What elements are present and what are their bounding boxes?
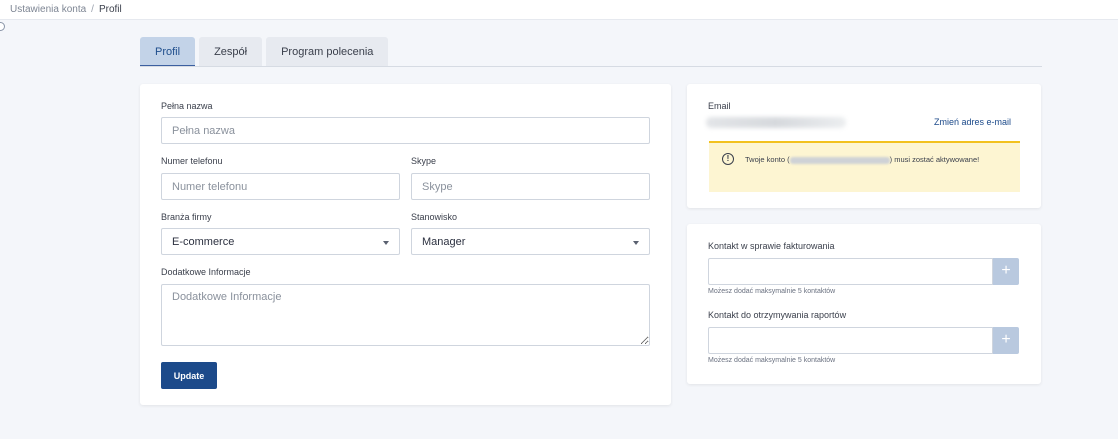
phone-input[interactable]: [161, 173, 400, 200]
change-email-link[interactable]: Zmień adres e-mail: [934, 117, 1011, 127]
phone-label: Numer telefonu: [161, 156, 223, 166]
position-selected-value: Manager: [422, 236, 466, 248]
add-reports-contact-button[interactable]: +: [993, 327, 1019, 354]
extra-info-label: Dodatkowe Informacje: [161, 267, 251, 277]
tab-divider: [140, 66, 1042, 67]
reports-contact-input[interactable]: [708, 327, 993, 354]
chevron-down-icon: [633, 241, 639, 245]
breadcrumb-parent-link[interactable]: Ustawienia konta: [10, 4, 86, 15]
alert-message-suffix: ) musi zostać aktywowane!: [889, 155, 980, 164]
tab-profile[interactable]: Profil: [140, 37, 196, 67]
contacts-card: Kontakt w sprawie fakturowania + Możesz …: [687, 224, 1041, 384]
full-name-input[interactable]: [161, 117, 650, 144]
breadcrumb-separator: /: [91, 4, 94, 15]
tab-referral-program[interactable]: Program polecenia: [266, 37, 389, 67]
billing-contact-input[interactable]: [708, 258, 993, 285]
reports-contact-label: Kontakt do otrzymywania raportów: [708, 310, 847, 320]
email-value-redacted: [706, 117, 846, 128]
warning-icon: !: [722, 153, 734, 165]
breadcrumb-current: Profil: [98, 4, 122, 15]
position-label: Stanowisko: [411, 212, 458, 222]
position-select[interactable]: Manager: [411, 228, 650, 255]
billing-contact-hint: Możesz dodać maksymalnie 5 kontaktów: [708, 288, 836, 295]
tab-bar: Profil Zespół Program polecenia: [140, 37, 389, 67]
alert-message: Twoje konto ( ) musi zostać aktywowane!: [745, 153, 1005, 166]
profile-form-card: Pełna nazwa Numer telefonu Skype Branża …: [140, 84, 671, 405]
alert-message-prefix: Twoje konto (: [745, 155, 790, 164]
scroll-handle[interactable]: [0, 22, 5, 31]
industry-selected-value: E-commerce: [172, 236, 235, 248]
email-label: Email: [708, 101, 731, 111]
tab-team[interactable]: Zespół: [199, 37, 263, 67]
chevron-down-icon: [383, 241, 389, 245]
industry-label: Branża firmy: [161, 212, 212, 222]
skype-label: Skype: [411, 156, 437, 166]
email-card: Email Zmień adres e-mail ! Twoje konto (…: [687, 84, 1041, 208]
alert-email-redacted: [789, 156, 890, 164]
activation-alert: ! Twoje konto ( ) musi zostać aktywowane!: [709, 141, 1020, 192]
billing-contact-label: Kontakt w sprawie fakturowania: [708, 241, 835, 251]
industry-select[interactable]: E-commerce: [161, 228, 400, 255]
update-button[interactable]: Update: [161, 362, 217, 389]
add-billing-contact-button[interactable]: +: [993, 258, 1019, 285]
skype-input[interactable]: [411, 173, 650, 200]
breadcrumb: Ustawienia konta / Profil: [0, 0, 1118, 20]
reports-contact-hint: Możesz dodać maksymalnie 5 kontaktów: [708, 357, 836, 364]
full-name-label: Pełna nazwa: [161, 101, 213, 111]
extra-info-textarea[interactable]: [161, 284, 650, 346]
